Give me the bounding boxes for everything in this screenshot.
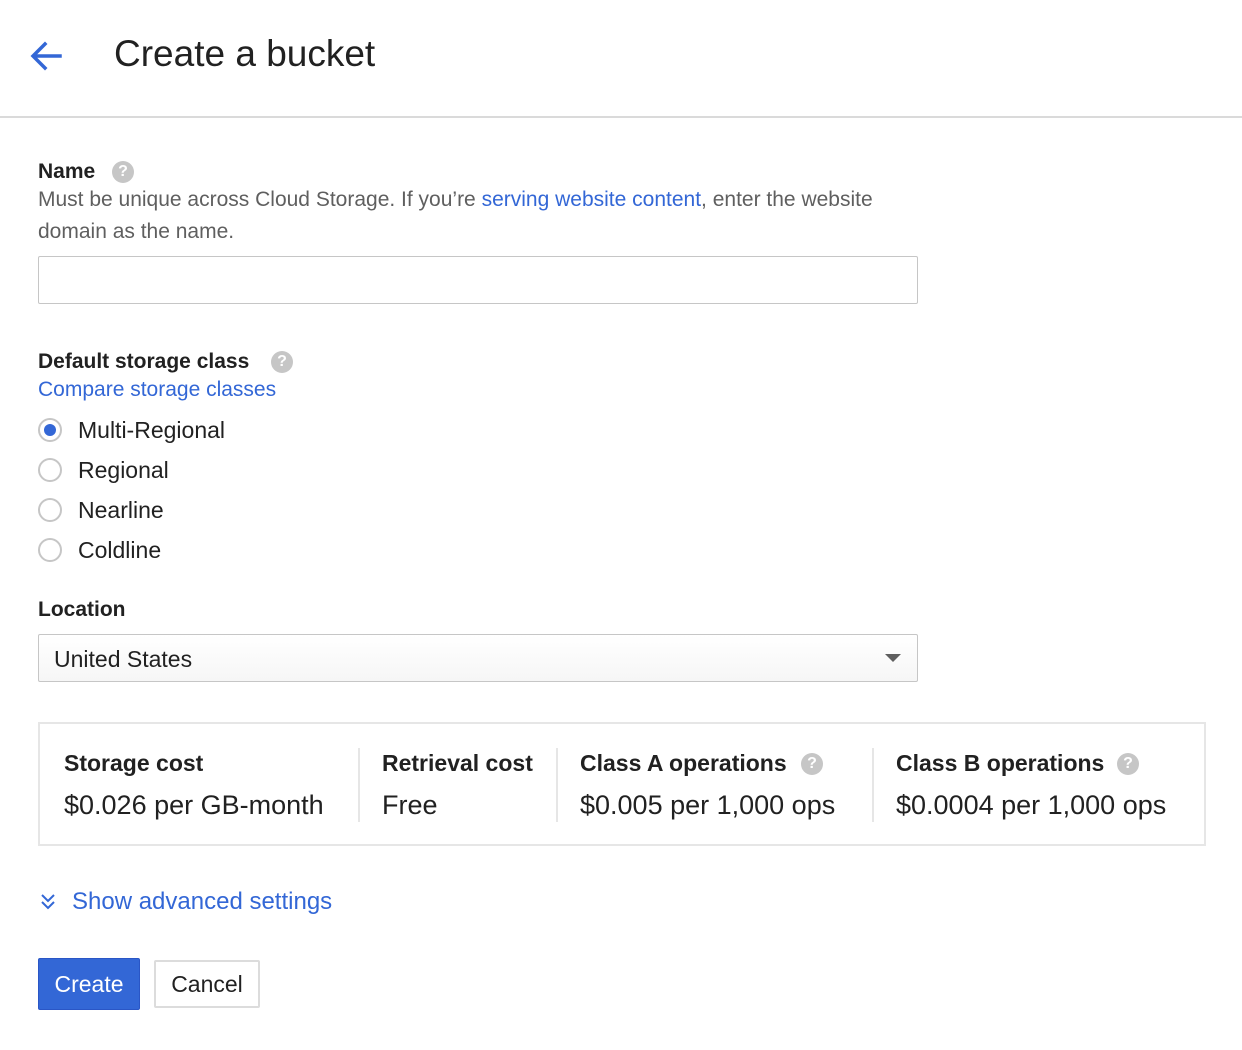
location-selected-value: United States bbox=[54, 646, 193, 672]
page-title: Create a bucket bbox=[114, 33, 376, 74]
radio-option-coldline[interactable]: Coldline bbox=[38, 535, 161, 565]
create-button[interactable]: Create bbox=[38, 958, 140, 1010]
radio-button[interactable] bbox=[38, 458, 62, 482]
arrow-back-icon bbox=[30, 41, 62, 71]
radio-label: Nearline bbox=[78, 496, 164, 523]
storage-class-label: Default storage class bbox=[38, 350, 250, 373]
retrieval-cost-value: Free bbox=[382, 790, 438, 820]
column-divider bbox=[358, 748, 360, 822]
class-b-operations-title: Class B operations bbox=[896, 750, 1105, 776]
radio-option-multi-regional[interactable]: Multi-Regional bbox=[38, 415, 225, 445]
location-label: Location bbox=[38, 598, 126, 621]
radio-option-nearline[interactable]: Nearline bbox=[38, 495, 164, 525]
class-b-operations-value: $0.0004 per 1,000 ops bbox=[896, 790, 1167, 820]
radio-label: Multi-Regional bbox=[78, 416, 226, 443]
bucket-name-input[interactable] bbox=[38, 256, 918, 304]
class-a-operations-title: Class A operations bbox=[580, 750, 787, 776]
name-description: Must be unique across Cloud Storage. If … bbox=[38, 184, 928, 248]
radio-button-checked[interactable] bbox=[38, 418, 62, 442]
retrieval-cost-title: Retrieval cost bbox=[382, 750, 533, 776]
radio-option-regional[interactable]: Regional bbox=[38, 455, 169, 485]
cancel-button[interactable]: Cancel bbox=[154, 960, 260, 1008]
double-chevron-down-icon bbox=[41, 894, 55, 910]
radio-label: Coldline bbox=[78, 536, 162, 563]
column-divider bbox=[872, 748, 874, 822]
name-label: Name bbox=[38, 160, 96, 183]
class-b-help-icon[interactable]: ? bbox=[1117, 753, 1139, 775]
class-a-operations-value: $0.005 per 1,000 ops bbox=[580, 790, 836, 820]
radio-button[interactable] bbox=[38, 498, 62, 522]
class-a-help-icon[interactable]: ? bbox=[801, 753, 823, 775]
serving-website-content-link[interactable]: serving website content bbox=[482, 188, 701, 211]
storage-class-help-icon[interactable]: ? bbox=[271, 351, 293, 373]
location-select[interactable]: United States bbox=[38, 634, 918, 682]
radio-button[interactable] bbox=[38, 538, 62, 562]
page-header: Create a bucket bbox=[0, 0, 1242, 118]
dropdown-caret-icon bbox=[885, 654, 901, 662]
name-description-text: Must be unique across Cloud Storage. If … bbox=[38, 188, 482, 211]
show-advanced-settings-label: Show advanced settings bbox=[72, 888, 333, 915]
back-button[interactable] bbox=[24, 34, 68, 78]
cost-summary-panel: Storage cost $0.026 per GB-month Retriev… bbox=[38, 722, 1206, 846]
column-divider bbox=[556, 748, 558, 822]
compare-storage-classes-link[interactable]: Compare storage classes bbox=[38, 376, 276, 404]
show-advanced-settings-toggle[interactable]: Show advanced settings bbox=[38, 886, 332, 918]
radio-label: Regional bbox=[78, 456, 169, 483]
storage-cost-value: $0.026 per GB-month bbox=[64, 790, 324, 820]
name-help-icon[interactable]: ? bbox=[112, 161, 134, 183]
storage-cost-title: Storage cost bbox=[64, 750, 204, 776]
